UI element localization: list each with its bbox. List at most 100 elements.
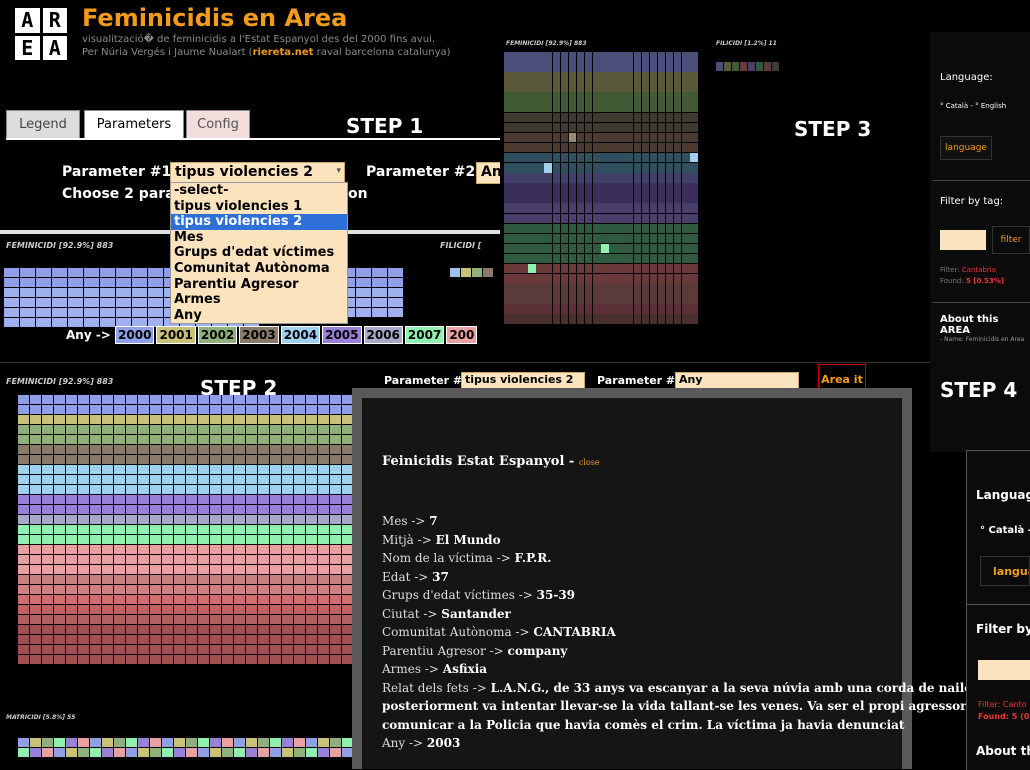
grid-cell (625, 112, 633, 123)
parameter-1-select[interactable]: tipus violencies 2 ▾ (170, 162, 345, 184)
grid-cell (41, 634, 54, 644)
grid-cell (257, 484, 269, 495)
grid-cell (233, 614, 245, 624)
filter-input[interactable] (940, 230, 986, 250)
year-cell[interactable]: 2001 (156, 326, 196, 344)
language-button[interactable]: language (940, 136, 992, 160)
grid-cell (528, 253, 536, 264)
grid-cell (641, 92, 650, 102)
grid-cell (512, 62, 520, 72)
grid-cell (77, 624, 90, 634)
grid-cell (269, 454, 281, 465)
dropdown-option[interactable]: Grups d'edat víctimes (171, 245, 347, 261)
tab-config[interactable]: Config (186, 110, 250, 138)
grid-cell (29, 454, 42, 465)
year-cell[interactable]: 2006 (363, 326, 403, 344)
grid-cell (137, 474, 150, 485)
grid-cell (609, 152, 617, 163)
grid-cell (185, 444, 197, 455)
grid-cell (137, 504, 150, 515)
grid-cell (544, 62, 552, 72)
grid-cell (173, 484, 185, 495)
grid-cell (576, 263, 585, 274)
step2-parameter-2-select[interactable]: Any (675, 372, 799, 389)
grid-cell (36, 298, 51, 307)
dropdown-option[interactable]: Comunitat Autònoma (171, 261, 347, 277)
grid-cell (625, 253, 633, 264)
grid-cell (657, 213, 666, 223)
year-cell[interactable]: 2000 (115, 326, 155, 344)
grid-cell (536, 223, 544, 234)
grid-cell (173, 464, 185, 475)
riereta-link[interactable]: riereta.net (253, 47, 314, 58)
grid-cell (149, 544, 162, 554)
feminicidi-label: FEMINICIDI [92.9%] 883 (6, 241, 114, 250)
grid-cell (690, 284, 698, 294)
grid-cell (528, 92, 536, 102)
year-cell[interactable]: 2004 (280, 326, 321, 344)
tab-legend[interactable]: Legend (6, 110, 80, 138)
language-options-zoom[interactable]: ° Català - (980, 525, 1030, 536)
grid-cell (233, 624, 245, 634)
record-field: Ciutat -> Santander (382, 607, 511, 621)
language-button-zoom[interactable]: languag (980, 556, 1030, 586)
grid-cell (625, 122, 633, 133)
grid-cell (584, 102, 593, 112)
grid-cell (617, 294, 625, 304)
parameter-1-dropdown[interactable]: -select-tipus violencies 1 tipus violenci… (170, 182, 348, 325)
filter-input-zoom[interactable] (978, 660, 1030, 680)
grid-cell (149, 564, 162, 574)
dropdown-option[interactable]: tipus violencies 2 (171, 214, 347, 230)
grid-cell (329, 424, 341, 435)
grid-cell (617, 284, 625, 294)
grid-cell (269, 434, 281, 445)
tab-parameters[interactable]: Parameters (84, 110, 184, 138)
year-cell[interactable]: 200 (446, 326, 478, 344)
grid-cell (504, 233, 512, 244)
grid-cell (4, 318, 19, 327)
grid-cell (41, 474, 54, 485)
dropdown-option[interactable]: Any (171, 308, 347, 324)
grid-cell (53, 514, 66, 524)
step3-feminicidi-label: FEMINICIDI [92.9%] 883 (506, 40, 587, 47)
grid-cell (552, 203, 561, 213)
grid-cell (601, 82, 609, 92)
dropdown-option[interactable]: Mes (171, 230, 347, 246)
grid-cell (536, 52, 544, 62)
grid-cell (633, 314, 641, 324)
year-cell[interactable]: 2002 (197, 326, 238, 344)
grid-cell (185, 524, 197, 534)
year-legend-prefix: Any -> (66, 328, 111, 342)
grid-cell (601, 132, 609, 143)
grid-cell (601, 92, 609, 102)
grid-cell (633, 263, 641, 274)
grid-cell (461, 268, 471, 277)
grid-cell (388, 308, 403, 317)
grid-cell (528, 152, 536, 163)
grid-cell (512, 263, 520, 274)
grid-cell (609, 233, 617, 244)
grid-cell (125, 534, 138, 544)
grid-cell (633, 213, 641, 223)
grid-cell (161, 604, 173, 614)
step2-parameter-1-select[interactable]: tipus violencies 2 (461, 372, 585, 389)
grid-cell (293, 514, 305, 524)
dropdown-option[interactable]: -select- (171, 183, 347, 199)
dropdown-option[interactable]: tipus violencies 1 (171, 199, 347, 215)
close-link[interactable]: close (579, 458, 600, 467)
language-options[interactable]: ° Català - ° English (940, 102, 1006, 110)
grid-cell (197, 554, 209, 564)
grid-cell (584, 122, 593, 133)
grid-cell (125, 584, 138, 594)
year-cell[interactable]: 2007 (404, 326, 445, 344)
field-value: 7 (429, 514, 438, 528)
grid-cell (329, 564, 341, 574)
dropdown-option[interactable]: Parentiu Agresor (171, 277, 347, 293)
dropdown-option[interactable]: Armes (171, 292, 347, 308)
grid-cell (100, 278, 115, 287)
filter-button[interactable]: filter (992, 226, 1030, 254)
year-cell[interactable]: 2005 (322, 326, 362, 344)
grid-cell (690, 92, 698, 102)
year-cell[interactable]: 2003 (239, 326, 279, 344)
grid-cell (601, 233, 609, 244)
